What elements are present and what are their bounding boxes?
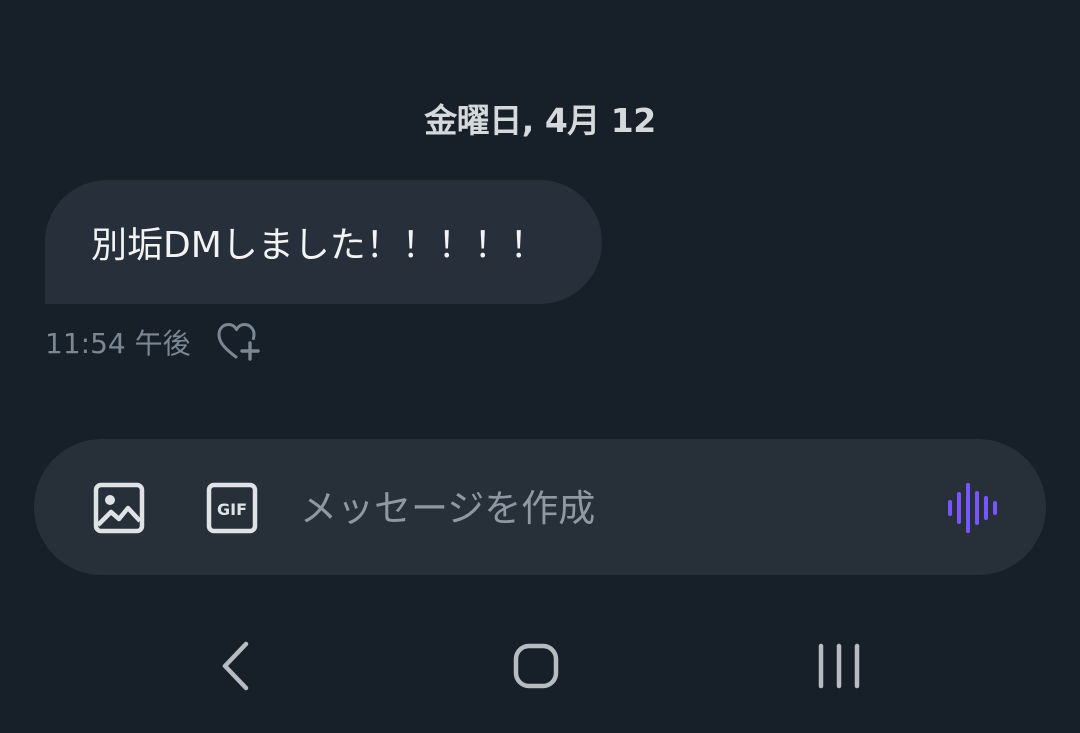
heart-plus-icon [217,323,260,361]
message-timestamp: 11:54 午後 [45,327,191,360]
system-navigation-bar [0,620,1080,710]
nav-home-button[interactable] [506,638,566,694]
message-composer: GIF [34,439,1046,575]
image-icon [93,482,145,534]
add-media-button[interactable] [92,481,146,535]
voice-waveform-icon [948,483,997,533]
nav-recents-button[interactable] [809,638,869,694]
message-bubble[interactable]: 別垢DMしました！！！！！ [45,180,602,304]
gif-icon-label: GIF [217,500,247,519]
nav-back-button[interactable] [206,638,266,694]
home-icon [513,643,559,689]
gif-icon: GIF [206,482,258,534]
message-meta: 11:54 午後 [45,318,263,366]
add-reaction-button[interactable] [215,320,263,364]
voice-message-button[interactable] [942,479,1002,537]
back-icon [222,641,249,691]
add-gif-button[interactable]: GIF [205,481,259,535]
message-text: 別垢DMしました！！！！！ [91,225,546,266]
dm-conversation-screen: 金曜日, 4月 12 別垢DMしました！！！！！ 11:54 午後 GIF [0,0,1080,733]
recents-icon [818,643,860,689]
date-separator: 金曜日, 4月 12 [424,101,656,140]
message-input[interactable] [300,479,900,537]
